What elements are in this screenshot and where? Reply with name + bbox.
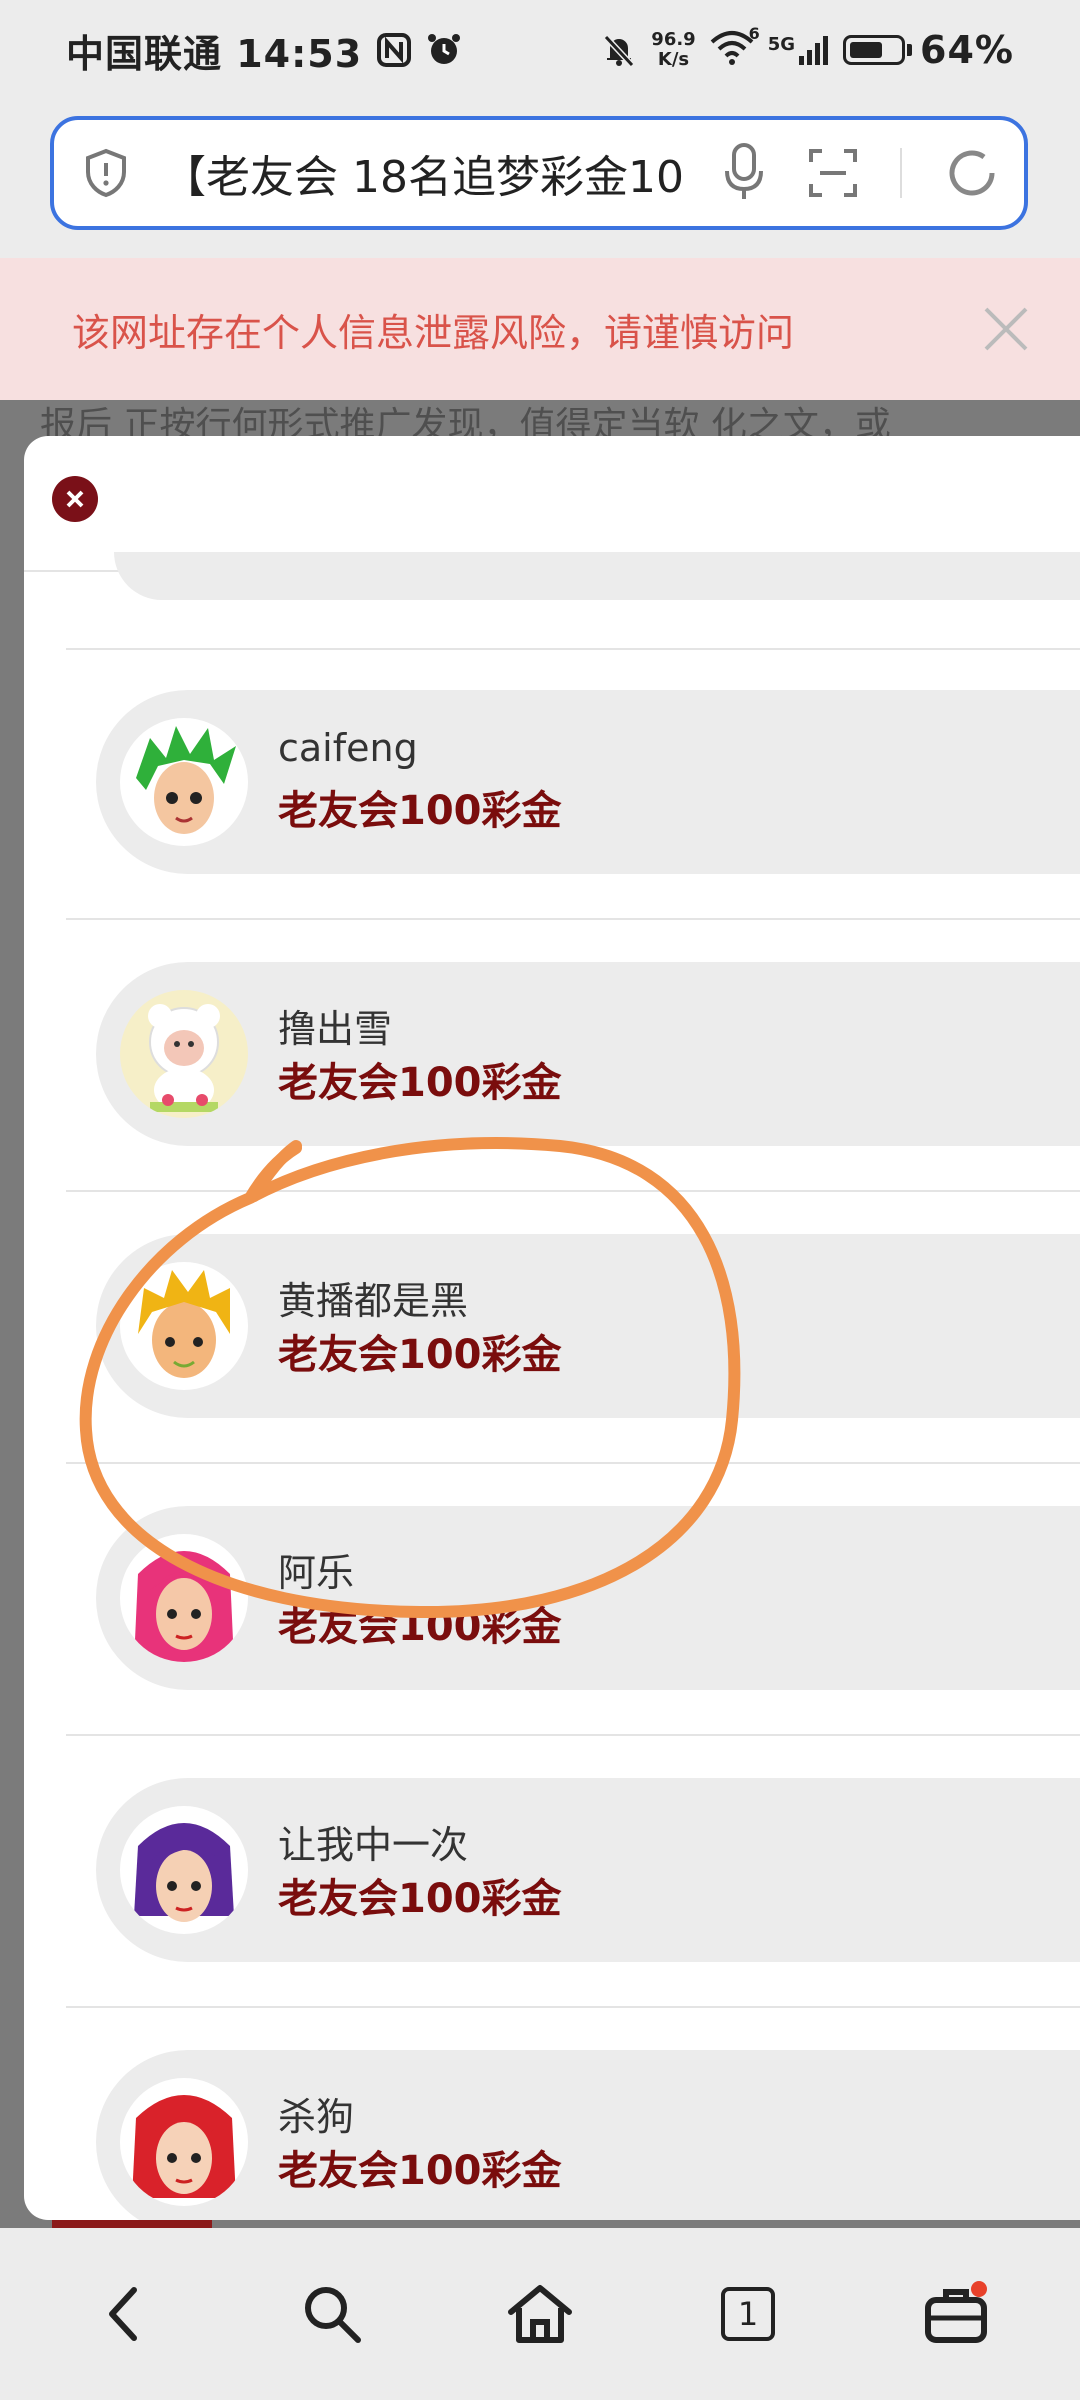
item-prize: 老友会100彩金 [278, 1332, 562, 1378]
toolbox-button[interactable] [911, 2269, 1001, 2359]
close-icon[interactable] [980, 303, 1032, 355]
item-name: 杀狗 [278, 2095, 355, 2139]
carrier-time: 中国联通 14:53 [66, 31, 363, 76]
scan-icon[interactable] [808, 148, 858, 198]
red-hair-avatar [120, 2078, 248, 2206]
network-speed: 96.9 K/s [651, 29, 696, 70]
tab-count: 1 [721, 2287, 775, 2341]
address-bar[interactable]: 【老友会 18名追梦彩金10 [50, 116, 1028, 230]
status-bar: 中国联通 14:53 96.9 K/s 6 5G 64% [0, 0, 1080, 100]
search-button[interactable] [287, 2269, 377, 2359]
item-name: 让我中一次 [278, 1823, 469, 1867]
privacy-warning-banner: 该网址存在个人信息泄露风险，请谨慎访问 [0, 258, 1080, 400]
battery-fill [850, 42, 883, 58]
battery-indicator: 64% [843, 28, 1014, 72]
list-item[interactable]: caifeng 老友会100彩金 [96, 690, 1080, 874]
background-page-text: 报后 正按行何形式推广发现，值得定当软 化之文，或 [40, 405, 891, 436]
browser-toolbar: 【老友会 18名追梦彩金10 [0, 100, 1080, 260]
url-text[interactable]: 【老友会 18名追梦彩金10 [162, 141, 702, 205]
home-button[interactable] [495, 2269, 585, 2359]
microphone-icon[interactable] [722, 141, 766, 205]
warning-text: 该网址存在个人信息泄露风险，请谨慎访问 [72, 310, 795, 355]
item-name: 黄播都是黑 [278, 1279, 469, 1323]
item-name: 撸出雪 [278, 1007, 393, 1051]
winners-modal: caifeng 老友会100彩金 撸出雪 老友会100彩金 黄播都是黑 老友会1… [24, 436, 1080, 2220]
wifi-icon [710, 31, 754, 65]
alarm-icon [428, 34, 461, 64]
purple-hair-avatar [120, 1806, 248, 1934]
network-type: 5G [767, 34, 796, 55]
list-item[interactable]: 撸出雪 老友会100彩金 [96, 962, 1080, 1146]
item-name: caifeng [278, 726, 418, 770]
back-button[interactable] [79, 2269, 169, 2359]
search-icon [305, 2287, 361, 2343]
mute-bell-icon [604, 34, 635, 68]
home-icon [508, 2285, 572, 2343]
list-item[interactable]: 让我中一次 老友会100彩金 [96, 1778, 1080, 1962]
security-shield-icon[interactable] [84, 148, 128, 198]
item-prize: 老友会100彩金 [278, 1876, 562, 1922]
list-item[interactable]: 阿乐 老友会100彩金 [96, 1506, 1080, 1690]
item-prize: 老友会100彩金 [278, 2148, 562, 2194]
tabs-button[interactable]: 1 [703, 2269, 793, 2359]
signal-icon [799, 36, 829, 65]
wifi-badge: 6 [748, 24, 760, 43]
cellular-group: 5G [768, 34, 829, 66]
chevron-left-icon [109, 2287, 137, 2341]
sheep-avatar [120, 990, 248, 1118]
list-item-partial [114, 552, 1080, 600]
browser-bottom-nav: 1 [0, 2228, 1080, 2400]
list-item[interactable]: 杀狗 老友会100彩金 [96, 2050, 1080, 2220]
refresh-icon[interactable] [944, 145, 1000, 201]
blonde-hair-avatar [120, 1262, 248, 1390]
item-prize: 老友会100彩金 [278, 788, 562, 834]
close-icon [66, 490, 84, 508]
list-item[interactable]: 黄播都是黑 老友会100彩金 [96, 1234, 1080, 1418]
modal-close-button[interactable] [52, 476, 98, 522]
battery-icon [843, 35, 906, 65]
nfc-icon [377, 33, 412, 67]
item-prize: 老友会100彩金 [278, 1604, 562, 1650]
notification-dot [971, 2281, 987, 2297]
green-hair-avatar [120, 718, 248, 846]
item-name: 阿乐 [278, 1551, 355, 1595]
battery-percent: 64% [920, 28, 1014, 72]
pink-hair-avatar [120, 1534, 248, 1662]
item-prize: 老友会100彩金 [278, 1060, 562, 1106]
wifi-group: 6 [710, 24, 760, 70]
